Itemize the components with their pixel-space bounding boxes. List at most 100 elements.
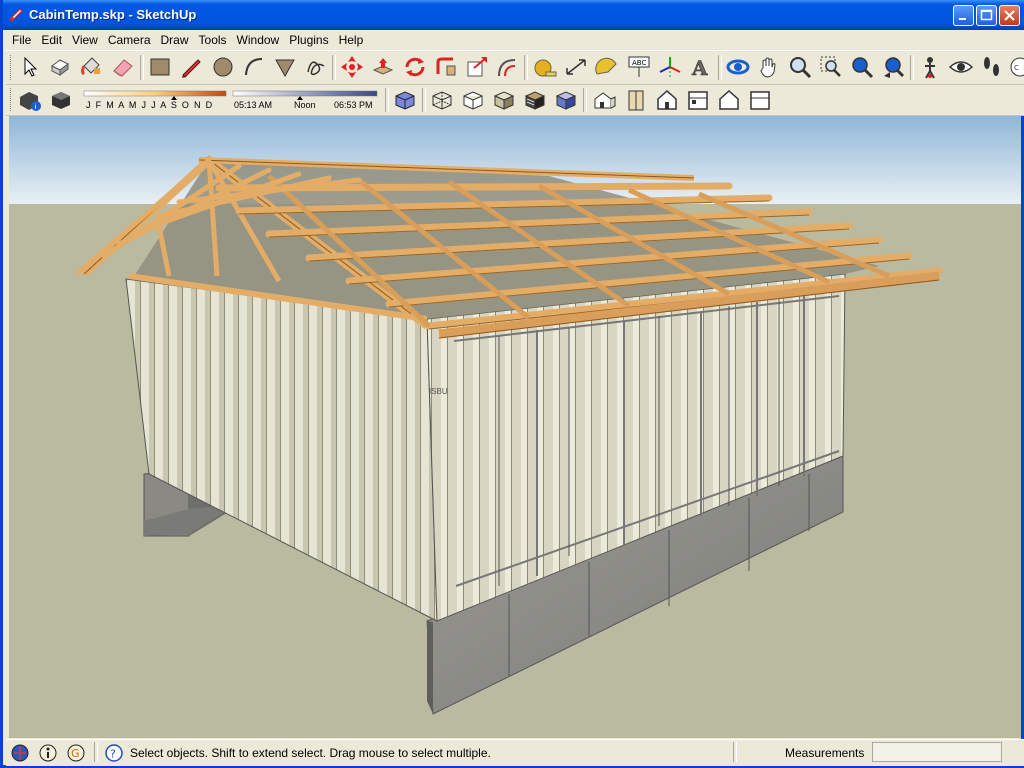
menu-draw[interactable]: Draw xyxy=(155,30,193,47)
back-view-icon[interactable] xyxy=(716,87,742,113)
geo-location-icon[interactable] xyxy=(10,743,30,763)
time-noon-label: Noon xyxy=(294,100,316,110)
secondary-toolbar: i J F M A M J J A S O N D 05:13 AM Noon … xyxy=(6,85,1024,116)
toolbar-separator xyxy=(910,55,914,80)
sketchup-window: CabinTemp.skp - SketchUp File Edit View Cam… xyxy=(0,0,1024,768)
walk-icon[interactable] xyxy=(979,54,1005,80)
minimize-button[interactable] xyxy=(953,5,974,26)
toolbar-grip[interactable] xyxy=(10,55,14,80)
toolbar-grip[interactable] xyxy=(10,88,14,111)
status-separator xyxy=(94,742,98,762)
arc-tool-icon[interactable] xyxy=(241,54,267,80)
look-around-icon[interactable] xyxy=(948,54,974,80)
close-button[interactable] xyxy=(999,5,1020,26)
sketchup-logo-icon xyxy=(9,8,23,22)
close-icon xyxy=(1004,10,1015,21)
svg-text:i: i xyxy=(35,103,37,111)
help-icon[interactable]: ? xyxy=(104,743,124,763)
monochrome-icon[interactable] xyxy=(553,87,579,113)
rotate-tool-icon[interactable] xyxy=(402,54,428,80)
menu-bar: File Edit View Camera Draw Tools Window Plugins… xyxy=(6,30,1024,51)
shadow-settings-icon[interactable]: i xyxy=(17,87,43,113)
toolbar-separator xyxy=(718,55,722,80)
make-component-icon[interactable] xyxy=(47,54,73,80)
text-tool-icon[interactable]: ABC xyxy=(626,54,652,80)
previous-view-icon[interactable] xyxy=(880,54,906,80)
xray-icon[interactable] xyxy=(392,87,418,113)
wireframe-icon[interactable] xyxy=(460,87,486,113)
zoom-extents-icon[interactable] xyxy=(849,54,875,80)
zoom-icon[interactable] xyxy=(787,54,813,80)
google-signin-icon[interactable]: G xyxy=(66,743,86,763)
polygon-tool-icon[interactable] xyxy=(272,54,298,80)
protractor-icon[interactable] xyxy=(594,54,620,80)
status-bar: G ? Select objects. Shift to extend sele… xyxy=(6,739,1024,766)
freehand-tool-icon[interactable] xyxy=(303,54,329,80)
main-toolbar: ABC A C xyxy=(6,51,1024,85)
axes-tool-icon[interactable] xyxy=(657,54,683,80)
measurements-input[interactable] xyxy=(872,742,1002,762)
iso-view-icon[interactable] xyxy=(592,87,618,113)
menu-plugins[interactable]: Plugins xyxy=(283,30,332,47)
move-tool-icon[interactable] xyxy=(339,54,365,80)
measurements-label: Measurements xyxy=(785,746,865,760)
paint-bucket-icon[interactable] xyxy=(78,54,104,80)
scale-tool-icon[interactable] xyxy=(464,54,490,80)
svg-text:G: G xyxy=(71,747,80,760)
section-plane-icon[interactable]: C xyxy=(1008,54,1024,80)
time-start-label: 05:13 AM xyxy=(234,100,273,110)
position-camera-icon[interactable] xyxy=(917,54,943,80)
shadow-settings-bar: J F M A M J J A S O N D 05:13 AM Noon 06… xyxy=(80,87,380,113)
menu-help[interactable]: Help xyxy=(333,30,368,47)
left-view-icon[interactable] xyxy=(747,87,773,113)
dimension-tool-icon[interactable] xyxy=(563,54,589,80)
tape-measure-icon[interactable] xyxy=(532,54,558,80)
front-view-icon[interactable] xyxy=(654,87,680,113)
title-bar[interactable]: CabinTemp.skp - SketchUp xyxy=(3,0,1024,30)
hidden-line-icon[interactable] xyxy=(491,87,517,113)
eraser-icon[interactable] xyxy=(110,54,136,80)
pencil-line-icon[interactable] xyxy=(178,54,204,80)
minimize-icon xyxy=(959,18,966,20)
menu-tools[interactable]: Tools xyxy=(193,30,231,47)
push-pull-icon[interactable] xyxy=(370,54,396,80)
model-canvas[interactable]: ISBU xyxy=(9,116,1021,738)
toolbar-separator xyxy=(140,55,144,80)
credits-info-icon[interactable] xyxy=(38,743,58,763)
toolbar-separator xyxy=(422,88,426,112)
right-view-icon[interactable] xyxy=(685,87,711,113)
toolbar-separator xyxy=(385,88,389,112)
menu-view[interactable]: View xyxy=(66,30,102,47)
menu-file[interactable]: File xyxy=(6,30,35,47)
svg-text:A: A xyxy=(691,56,708,80)
menu-camera[interactable]: Camera xyxy=(102,30,155,47)
status-message: Select objects. Shift to extend select. … xyxy=(130,746,491,760)
select-tool-icon[interactable] xyxy=(17,54,43,80)
menu-edit[interactable]: Edit xyxy=(35,30,66,47)
display-shadows-icon[interactable] xyxy=(48,87,74,113)
shaded-textures-icon[interactable] xyxy=(522,87,548,113)
svg-text:?: ? xyxy=(110,748,116,761)
menu-window[interactable]: Window xyxy=(231,30,284,47)
container-label: ISBU xyxy=(429,387,448,396)
toolbar-separator xyxy=(332,55,336,80)
model-viewport[interactable]: ISBU xyxy=(9,116,1021,738)
maximize-button[interactable] xyxy=(976,5,997,26)
maximize-icon xyxy=(980,9,993,21)
status-separator xyxy=(733,742,737,762)
back-edges-icon[interactable] xyxy=(429,87,455,113)
3d-text-icon[interactable]: A xyxy=(688,54,714,80)
orbit-icon[interactable] xyxy=(725,54,751,80)
zoom-window-icon[interactable] xyxy=(818,54,844,80)
window-title: CabinTemp.skp - SketchUp xyxy=(29,7,197,22)
months-label: J F M A M J J A S O N D xyxy=(86,100,214,110)
pan-hand-icon[interactable] xyxy=(756,54,782,80)
offset-tool-icon[interactable] xyxy=(495,54,521,80)
toolbar-separator xyxy=(583,88,587,112)
svg-text:C: C xyxy=(1014,64,1019,72)
follow-me-icon[interactable] xyxy=(433,54,459,80)
top-view-icon[interactable] xyxy=(623,87,649,113)
circle-tool-icon[interactable] xyxy=(210,54,236,80)
rectangle-tool-icon[interactable] xyxy=(147,54,173,80)
time-end-label: 06:53 PM xyxy=(334,100,373,110)
